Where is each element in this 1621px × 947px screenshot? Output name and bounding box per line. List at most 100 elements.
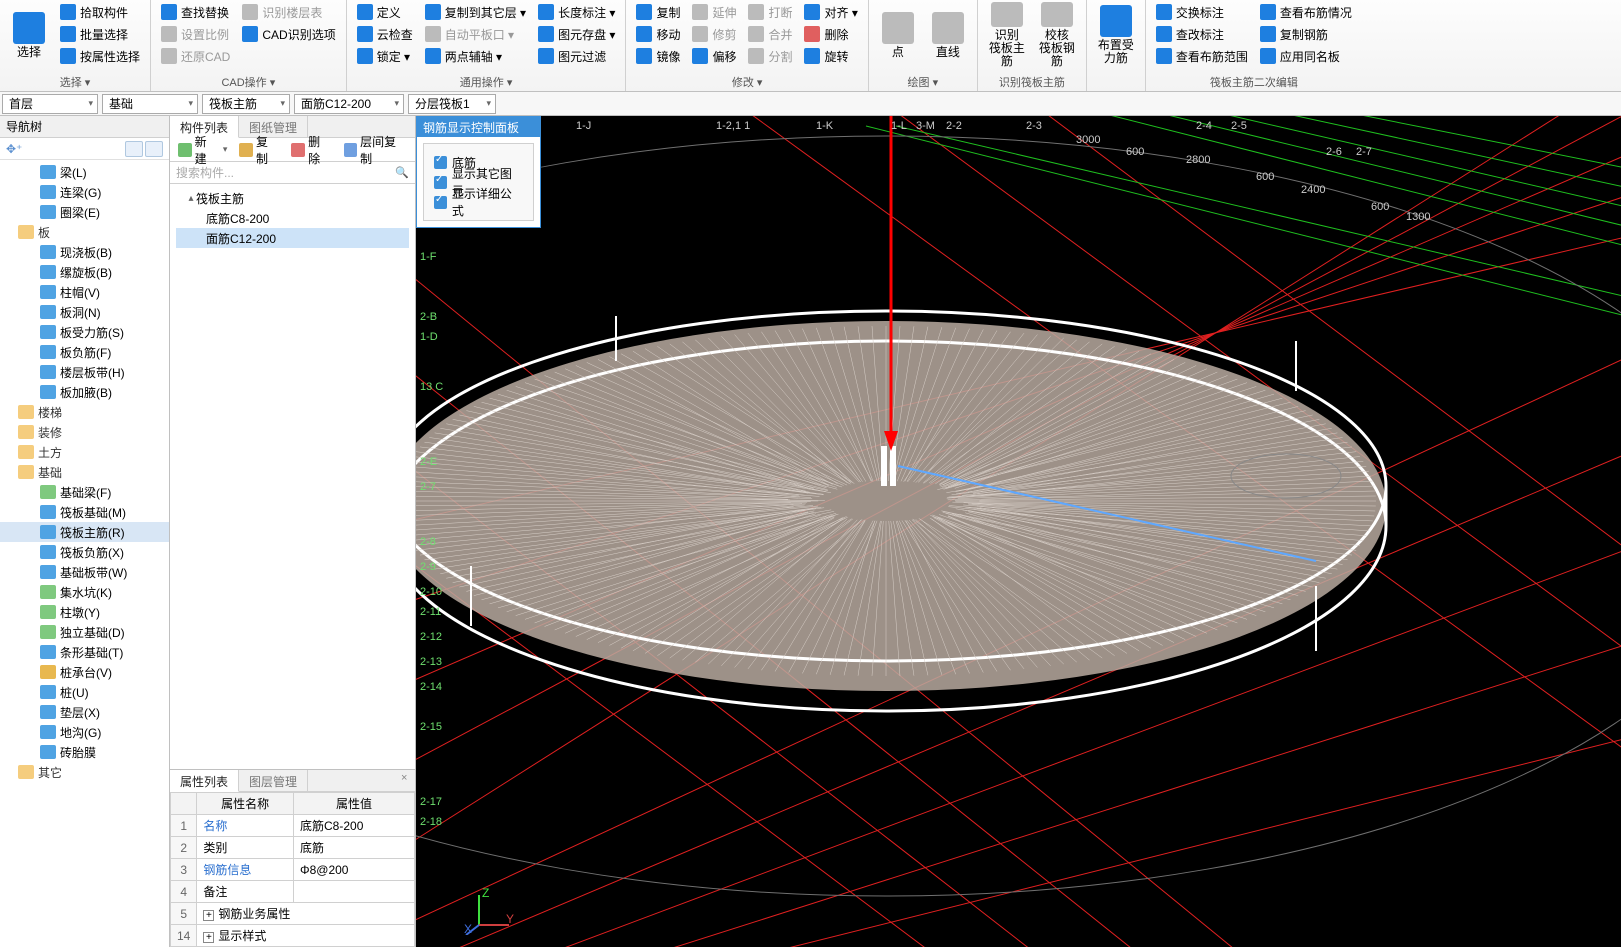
layout-rebar-button[interactable]: 布置受力筋 (1093, 2, 1139, 68)
comp-item-bottom[interactable]: 底筋C8-200 (176, 208, 409, 228)
nav-item-xianjiaoban[interactable]: 现浇板(B) (0, 242, 169, 262)
select-button[interactable]: 选择 (6, 2, 52, 68)
apply-same-button[interactable]: 应用同名板 (1256, 46, 1356, 66)
nav-item-zhumao[interactable]: 柱帽(V) (0, 282, 169, 302)
nav-item-jichubandai[interactable]: 基础板带(W) (0, 562, 169, 582)
chk-detail-formula[interactable]: 显示详细公式 (434, 192, 523, 212)
two-point-axis-button[interactable]: 两点辅轴 ▾ (421, 46, 530, 66)
view-range-button[interactable]: 查看布筋范围 (1152, 46, 1252, 66)
drawing-canvas[interactable]: 1-J 1-2,1 1 1-K 1-L 3-M 2-2 2-3 2-4 2-5 … (416, 116, 1621, 947)
nav-item-banjialei[interactable]: 板加腋(B) (0, 382, 169, 402)
elem-archive-button[interactable]: 图元存盘 ▾ (534, 24, 619, 44)
length-annot-button[interactable]: 长度标注 ▾ (534, 2, 619, 22)
subcategory-select[interactable]: 筏板主筋 (202, 94, 290, 114)
check-raft-button[interactable]: 校核 筏板钢筋 (1034, 2, 1080, 68)
lock-button[interactable]: 锁定 ▾ (353, 46, 417, 66)
nav-item-zhuantaimo[interactable]: 砖胎膜 (0, 742, 169, 762)
comp-item-top[interactable]: 面筋C12-200 (176, 228, 409, 248)
prop-row[interactable]: 1名称底筋C8-200 (171, 815, 415, 837)
nav-item-zhudun[interactable]: 柱墩(Y) (0, 602, 169, 622)
prop-row[interactable]: 14+显示样式 (171, 925, 415, 947)
copy-rebar-button[interactable]: 复制钢筋 (1256, 24, 1356, 44)
nav-item-jichuliang[interactable]: 基础梁(F) (0, 482, 169, 502)
prop-row[interactable]: 4备注 (171, 881, 415, 903)
align-button[interactable]: 对齐 ▾ (800, 2, 861, 22)
nav-item-loucengbandai[interactable]: 楼层板带(H) (0, 362, 169, 382)
prop-row[interactable]: 2类别底筋 (171, 837, 415, 859)
comp-root[interactable]: ▴筏板主筋 (176, 188, 409, 208)
floor-copy-button[interactable]: 层间复制 (340, 140, 412, 160)
nav-item-banfujin[interactable]: 板负筋(F) (0, 342, 169, 362)
nav-item-luoxuanban[interactable]: 缧旋板(B) (0, 262, 169, 282)
offset-button[interactable]: 偏移 (688, 46, 740, 66)
nav-item-fabanfujin[interactable]: 筏板负筋(X) (0, 542, 169, 562)
checkbox-icon[interactable] (434, 196, 447, 209)
nav-item-dulijichu[interactable]: 独立基础(D) (0, 622, 169, 642)
ribbon-group-label[interactable]: 选择 ▾ (6, 73, 144, 91)
checkbox-icon[interactable] (434, 176, 447, 189)
split-button[interactable]: 分割 (744, 46, 796, 66)
nav-cat-tufang[interactable]: 土方 (0, 442, 169, 462)
set-scale-button[interactable]: 设置比例 (157, 24, 234, 44)
attr-select-button[interactable]: 按属性选择 (56, 46, 144, 66)
nav-item-jishuikeng[interactable]: 集水坑(K) (0, 582, 169, 602)
float-panel-title[interactable]: 钢筋显示控制面板 (417, 117, 540, 137)
mirror-button[interactable]: 镜像 (632, 46, 684, 66)
line-button[interactable]: 直线 (925, 2, 971, 68)
view-grid-icon[interactable] (145, 141, 163, 157)
trim-button[interactable]: 修剪 (688, 24, 740, 44)
merge-button[interactable]: 合并 (744, 24, 796, 44)
ribbon-group-label[interactable]: CAD操作 ▾ (157, 73, 340, 91)
nav-item-tiaoxingjichu[interactable]: 条形基础(T) (0, 642, 169, 662)
tab-layer-mgmt[interactable]: 图层管理 (239, 770, 308, 791)
nav-item-zhuang[interactable]: 桩(U) (0, 682, 169, 702)
nav-item-dianceng[interactable]: 垫层(X) (0, 702, 169, 722)
nav-cat-zhuangxiu[interactable]: 装修 (0, 422, 169, 442)
nav-item-digou[interactable]: 地沟(G) (0, 722, 169, 742)
nav-cat-ban[interactable]: 板 (0, 222, 169, 242)
nav-cat-louti[interactable]: 楼梯 (0, 402, 169, 422)
nav-item-zhuangchengtai[interactable]: 桩承台(V) (0, 662, 169, 682)
ribbon-group-label[interactable]: 修改 ▾ (632, 73, 861, 91)
rebar-display-panel[interactable]: 钢筋显示控制面板 底筋 显示其它图元 显示详细公式 (416, 116, 541, 228)
view-list-icon[interactable] (125, 141, 143, 157)
nav-cat-qita[interactable]: 其它 (0, 762, 169, 782)
category-select[interactable]: 基础 (102, 94, 198, 114)
copy-comp-button[interactable]: 复制 (235, 140, 283, 160)
cloud-check-button[interactable]: 云检查 (353, 24, 417, 44)
break-button[interactable]: 打断 (744, 2, 796, 22)
identify-raft-button[interactable]: 识别 筏板主筋 (984, 2, 1030, 68)
elem-filter-button[interactable]: 图元过滤 (534, 46, 619, 66)
copy-button[interactable]: 复制 (632, 2, 684, 22)
nav-cat-jichu[interactable]: 基础 (0, 462, 169, 482)
view-rebar-button[interactable]: 查看布筋情况 (1256, 2, 1356, 22)
restore-cad-button[interactable]: 还原CAD (157, 46, 234, 66)
ribbon-group-label[interactable]: 绘图 ▾ (875, 73, 971, 91)
nav-item-fabanjichu[interactable]: 筏板基础(M) (0, 502, 169, 522)
modify-annot-button[interactable]: 查改标注 (1152, 24, 1252, 44)
prop-row[interactable]: 5+钢筋业务属性 (171, 903, 415, 925)
search-input[interactable]: 搜索构件... (170, 162, 415, 184)
cad-options-button[interactable]: CAD识别选项 (238, 24, 339, 44)
delete-button[interactable]: 删除 (800, 24, 861, 44)
rotate-button[interactable]: 旋转 (800, 46, 861, 66)
close-icon[interactable]: × (401, 772, 413, 784)
swap-annot-button[interactable]: 交换标注 (1152, 2, 1252, 22)
pick-component-button[interactable]: 拾取构件 (56, 2, 144, 22)
new-button[interactable]: 新建 (174, 140, 231, 160)
nav-item-fabanzhujin[interactable]: 筏板主筋(R) (0, 522, 169, 542)
define-button[interactable]: 定义 (353, 2, 417, 22)
copy-other-layer-button[interactable]: 复制到其它层 ▾ (421, 2, 530, 22)
floor-select[interactable]: 首层 (2, 94, 98, 114)
batch-select-button[interactable]: 批量选择 (56, 24, 144, 44)
checkbox-icon[interactable] (434, 156, 447, 169)
point-button[interactable]: 点 (875, 2, 921, 68)
extend-button[interactable]: 延伸 (688, 2, 740, 22)
nav-item-liang[interactable]: 梁(L) (0, 162, 169, 182)
move-button[interactable]: 移动 (632, 24, 684, 44)
rebar-select[interactable]: 面筋C12-200 (294, 94, 404, 114)
delete-comp-button[interactable]: 删除 (287, 140, 335, 160)
layer-select[interactable]: 分层筏板1 (408, 94, 496, 114)
auto-flat-button[interactable]: 自动平板口 ▾ (421, 24, 530, 44)
prop-row[interactable]: 3钢筋信息Φ8@200 (171, 859, 415, 881)
